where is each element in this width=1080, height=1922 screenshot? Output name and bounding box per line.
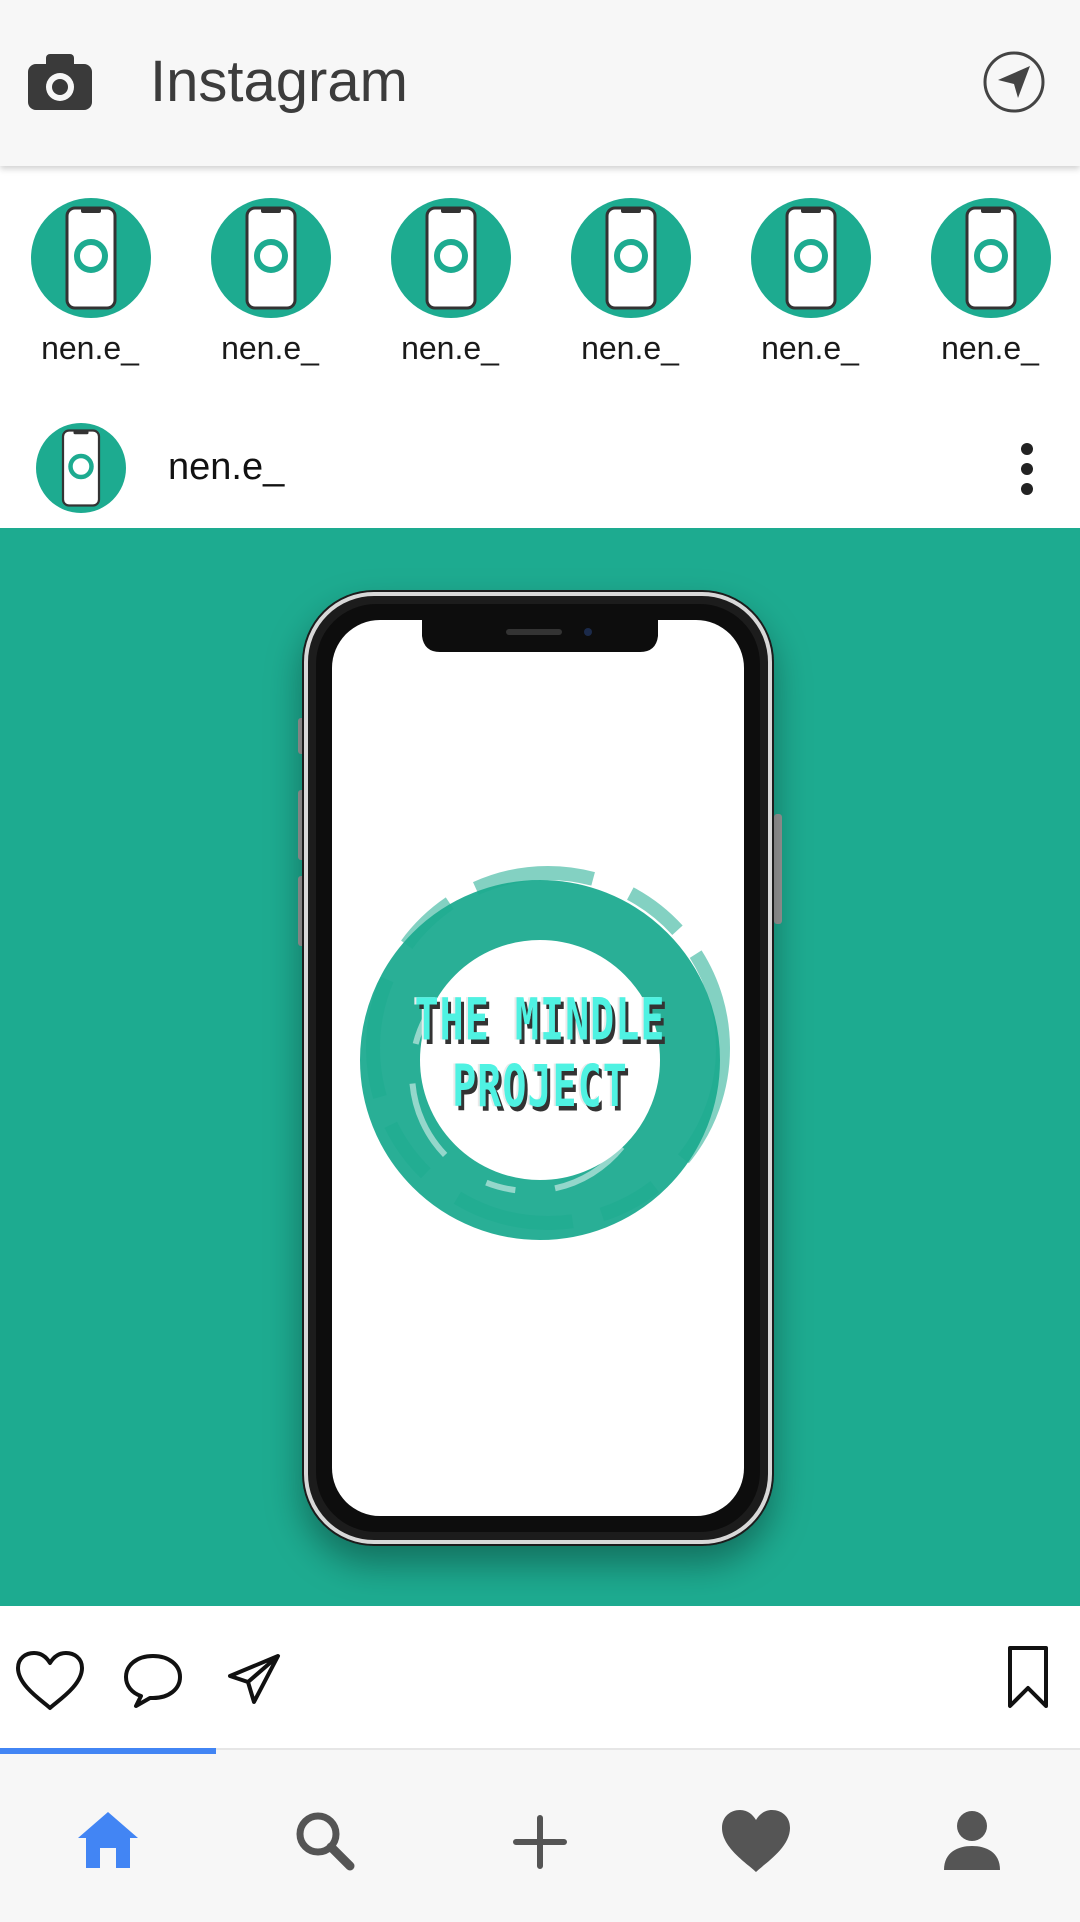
camera-icon[interactable] (26, 52, 94, 112)
story-avatar (751, 198, 871, 318)
post-avatar[interactable] (36, 423, 126, 513)
heart-icon[interactable] (14, 1650, 86, 1712)
story-item[interactable]: nen.e_ (380, 198, 520, 388)
story-avatar (571, 198, 691, 318)
stories-tray: nen.e_ nen.e_ nen.e_ nen.e_ nen.e_ nen.e… (0, 168, 1080, 398)
comment-icon[interactable] (122, 1652, 184, 1708)
search-icon[interactable] (284, 1802, 364, 1882)
app-title: Instagram (150, 49, 408, 114)
story-username: nen.e_ (761, 330, 859, 366)
story-username: nen.e_ (581, 330, 679, 366)
bottom-navigation (0, 1748, 1080, 1922)
logo-text: THE MINDLE PROJECT (414, 987, 666, 1121)
story-avatar (391, 198, 511, 318)
direct-message-icon[interactable] (982, 50, 1046, 114)
story-username: nen.e_ (41, 330, 139, 366)
share-icon[interactable] (226, 1652, 282, 1708)
story-item[interactable]: nen.e_ (20, 198, 160, 388)
post-image[interactable]: THE MINDLE PROJECT (0, 528, 1080, 1606)
bookmark-icon[interactable] (1006, 1644, 1050, 1710)
top-app-bar: Instagram (0, 0, 1080, 166)
heart-filled-icon[interactable] (716, 1802, 796, 1882)
story-item[interactable]: nen.e_ (920, 198, 1060, 388)
story-avatar (31, 198, 151, 318)
post-actions-bar (0, 1606, 1080, 1746)
story-item[interactable]: nen.e_ (740, 198, 880, 388)
more-options-icon[interactable] (1010, 442, 1044, 496)
story-avatar (211, 198, 331, 318)
profile-icon[interactable] (932, 1802, 1012, 1882)
add-icon[interactable] (500, 1802, 580, 1882)
post-username[interactable]: nen.e_ (168, 446, 284, 489)
home-icon[interactable] (68, 1802, 148, 1882)
story-username: nen.e_ (401, 330, 499, 366)
active-tab-indicator (0, 1748, 216, 1754)
story-item[interactable]: nen.e_ (560, 198, 700, 388)
story-username: nen.e_ (941, 330, 1039, 366)
post-header: nen.e_ (0, 408, 1080, 528)
story-item[interactable]: nen.e_ (200, 198, 340, 388)
story-username: nen.e_ (221, 330, 319, 366)
story-avatar (931, 198, 1051, 318)
